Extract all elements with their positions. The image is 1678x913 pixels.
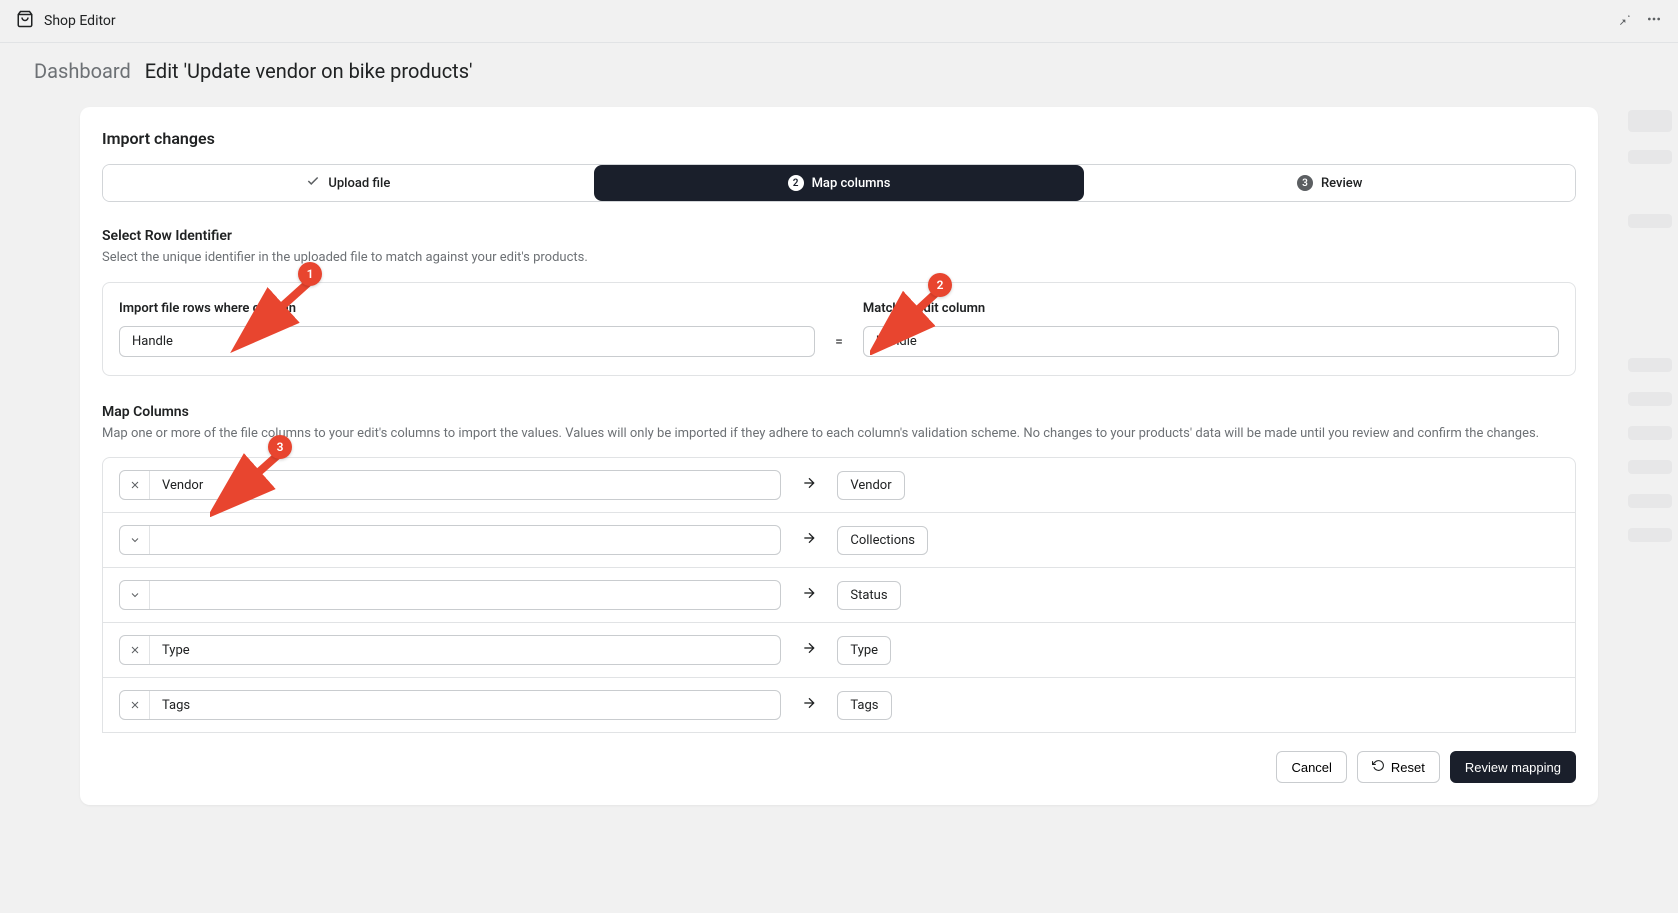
map-row: Tags Tags bbox=[103, 678, 1575, 733]
map-source-select[interactable] bbox=[119, 525, 781, 555]
identifier-right-label: Matches edit column bbox=[863, 301, 1559, 316]
annotation-badge-1: 1 bbox=[298, 262, 322, 286]
map-target[interactable]: Vendor bbox=[837, 471, 904, 500]
map-row: Status bbox=[103, 568, 1575, 623]
app-name: Shop Editor bbox=[44, 13, 116, 29]
identifier-left-col: Import file rows where column Handle bbox=[119, 301, 815, 357]
arrow-right-icon bbox=[801, 530, 817, 550]
chevron-down-icon[interactable] bbox=[120, 526, 150, 554]
map-source-select[interactable] bbox=[119, 580, 781, 610]
map-target[interactable]: Collections bbox=[837, 526, 928, 555]
map-list: Vendor Vendor Collections bbox=[102, 457, 1576, 733]
clear-icon[interactable] bbox=[120, 691, 150, 719]
check-icon bbox=[306, 174, 320, 192]
step-review-badge: 3 bbox=[1297, 175, 1313, 191]
step-upload[interactable]: Upload file bbox=[103, 165, 594, 201]
annotation-badge-3: 3 bbox=[268, 435, 292, 459]
pin-icon[interactable] bbox=[1616, 11, 1632, 31]
step-review[interactable]: 3 Review bbox=[1084, 165, 1575, 201]
breadcrumb-current: Edit 'Update vendor on bike products' bbox=[145, 59, 473, 83]
card-title: Import changes bbox=[80, 129, 1598, 164]
chevron-down-icon[interactable] bbox=[120, 581, 150, 609]
map-source-select[interactable]: Vendor bbox=[119, 470, 781, 500]
clear-icon[interactable] bbox=[120, 471, 150, 499]
map-source-value bbox=[150, 589, 780, 601]
more-icon[interactable] bbox=[1646, 11, 1662, 31]
identifier-box: Import file rows where column Handle = M… bbox=[102, 282, 1576, 376]
arrow-right-icon bbox=[801, 585, 817, 605]
footer-buttons: Cancel Reset Review mapping bbox=[80, 733, 1598, 783]
arrow-right-icon bbox=[801, 695, 817, 715]
mapcols-heading: Map Columns bbox=[80, 404, 1598, 424]
annotation-badge-2: 2 bbox=[928, 273, 952, 297]
step-upload-label: Upload file bbox=[328, 176, 390, 191]
map-source-value: Tags bbox=[150, 692, 780, 719]
mapcols-sub: Map one or more of the file columns to y… bbox=[80, 424, 1598, 458]
main-card: Import changes Upload file 2 Map columns… bbox=[80, 107, 1598, 805]
step-map[interactable]: 2 Map columns bbox=[594, 165, 1085, 201]
map-target[interactable]: Status bbox=[837, 581, 900, 610]
arrow-right-icon bbox=[801, 640, 817, 660]
topbar: Shop Editor bbox=[0, 0, 1678, 43]
map-source-value: Vendor bbox=[150, 472, 780, 499]
stepper: Upload file 2 Map columns 3 Review bbox=[102, 164, 1576, 202]
map-source-value bbox=[150, 534, 780, 546]
topbar-left: Shop Editor bbox=[16, 10, 116, 32]
review-mapping-button[interactable]: Review mapping bbox=[1450, 751, 1576, 783]
map-row: Vendor Vendor bbox=[103, 458, 1575, 513]
map-row: Type Type bbox=[103, 623, 1575, 678]
reset-label: Reset bbox=[1391, 760, 1425, 775]
reset-button[interactable]: Reset bbox=[1357, 751, 1440, 783]
map-target[interactable]: Type bbox=[837, 636, 891, 665]
breadcrumb-dashboard[interactable]: Dashboard bbox=[34, 59, 131, 83]
clear-icon[interactable] bbox=[120, 636, 150, 664]
cancel-button[interactable]: Cancel bbox=[1276, 751, 1346, 783]
map-source-value: Type bbox=[150, 637, 780, 664]
identifier-right-select[interactable]: Handle bbox=[863, 326, 1559, 357]
topbar-right bbox=[1616, 11, 1662, 31]
breadcrumb: Dashboard Edit 'Update vendor on bike pr… bbox=[0, 43, 1678, 99]
identifier-left-select[interactable]: Handle bbox=[119, 326, 815, 357]
map-source-select[interactable]: Tags bbox=[119, 690, 781, 720]
identifier-right-col: Matches edit column Handle bbox=[863, 301, 1559, 357]
background-ghost bbox=[1628, 110, 1672, 560]
identifier-left-label: Import file rows where column bbox=[119, 301, 815, 316]
step-map-badge: 2 bbox=[788, 175, 804, 191]
step-review-label: Review bbox=[1321, 176, 1362, 191]
arrow-right-icon bbox=[801, 475, 817, 495]
map-source-select[interactable]: Type bbox=[119, 635, 781, 665]
step-map-label: Map columns bbox=[812, 176, 891, 191]
shop-bag-icon bbox=[16, 10, 34, 32]
equals-sign: = bbox=[835, 334, 843, 357]
reset-icon bbox=[1372, 759, 1385, 775]
map-row: Collections bbox=[103, 513, 1575, 568]
map-target[interactable]: Tags bbox=[837, 691, 891, 720]
identifier-heading: Select Row Identifier bbox=[80, 228, 1598, 248]
